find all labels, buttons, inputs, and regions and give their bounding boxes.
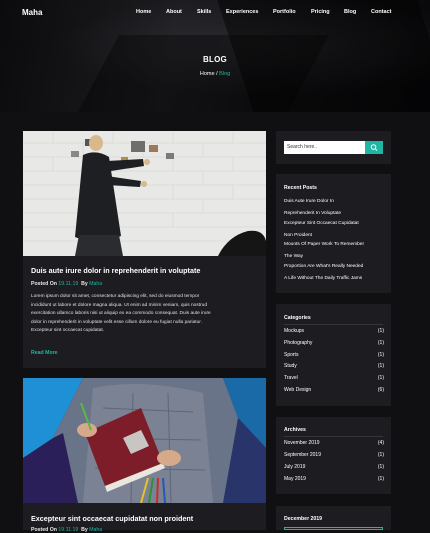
- blog-post-card: Duis aute irure dolor in reprehenderit i…: [23, 131, 266, 368]
- archive-item[interactable]: November 2019 (4): [284, 440, 384, 448]
- post-title[interactable]: Duis aute irure dolor in reprehenderit i…: [31, 266, 200, 275]
- category-item[interactable]: Sports (1): [284, 352, 384, 360]
- recent-post-link[interactable]: Duis Aute Irure Dolor In Reprehenderit I…: [284, 196, 386, 219]
- post-title[interactable]: Excepteur sint occaecat cupidatat non pr…: [31, 514, 193, 523]
- post-date: 19.11.19: [58, 527, 79, 533]
- category-item[interactable]: Mockups (1): [284, 328, 384, 336]
- nav-portfolio[interactable]: Portfolio: [273, 9, 296, 15]
- category-item[interactable]: Study (1): [284, 363, 384, 371]
- category-item[interactable]: Web Design (6): [284, 387, 384, 395]
- recent-posts-widget: Recent Posts Duis Aute Irure Dolor In Re…: [276, 174, 391, 293]
- post-image-notebook[interactable]: [23, 378, 266, 503]
- recent-post-link[interactable]: Mounts Of Paper Work To Remember The Way: [284, 239, 386, 262]
- breadcrumb: Home / Blog: [0, 71, 430, 77]
- nav-pricing[interactable]: Pricing: [311, 9, 330, 15]
- posted-on-label: Posted On: [31, 281, 57, 287]
- blog-post-card: Excepteur sint occaecat cupidatat non pr…: [23, 378, 266, 533]
- archive-item[interactable]: July 2019 (1): [284, 464, 384, 472]
- excerpt-line: Lorem ipsum dolor sit amet, consectetur …: [31, 294, 200, 299]
- recent-post-link[interactable]: Excepteur Sint Occaecat Cupidatat Non Pr…: [284, 218, 386, 241]
- post-thumbnail: [23, 378, 266, 503]
- search-icon: [370, 144, 378, 151]
- main-nav: Home About Skills Experiences Portfolio …: [0, 9, 430, 19]
- post-author[interactable]: Maha: [89, 527, 102, 533]
- archive-item[interactable]: September 2019 (1): [284, 452, 384, 460]
- excerpt-line: dolor in reprehenderit in voluptate veli…: [31, 319, 202, 325]
- nav-experiences[interactable]: Experiences: [226, 9, 258, 15]
- post-date: 19.11.19: [58, 281, 79, 287]
- nav-contact[interactable]: Contact: [371, 9, 391, 15]
- category-item[interactable]: Photography (1): [284, 340, 384, 348]
- archives-widget: Archives November 2019 (4) September 2019…: [276, 417, 391, 494]
- post-author[interactable]: Maha: [89, 281, 102, 287]
- category-item[interactable]: Travel (1): [284, 375, 384, 383]
- recent-post-link[interactable]: Proportion Are What's Really Needed A Li…: [284, 261, 386, 284]
- breadcrumb-separator: /: [216, 71, 218, 77]
- post-meta: Posted On 19.11.19 By Maha: [31, 281, 102, 287]
- calendar-month-title: December 2019: [284, 516, 323, 522]
- page-title: BLOG: [203, 55, 227, 64]
- divider: [284, 324, 383, 325]
- excerpt-line: incididunt ut labore et dolore magna ali…: [31, 302, 207, 308]
- post-image-man-at-wall[interactable]: [23, 131, 266, 256]
- calendar-widget: December 2019: [276, 506, 391, 530]
- search-input[interactable]: Search here..: [284, 141, 365, 154]
- categories-widget: Categories Mockups (1) Photography (1) Spo…: [276, 304, 391, 406]
- breadcrumb-home[interactable]: Home: [200, 71, 215, 77]
- excerpt-line: Excepteur sint occaecat cupidatat.: [31, 328, 105, 334]
- excerpt-line: exercitation ullamco laboris nisi ut ali…: [31, 311, 211, 317]
- nav-blog[interactable]: Blog: [344, 9, 356, 15]
- post-meta: Posted On 19.11.19 By Maha: [31, 527, 102, 533]
- nav-skills[interactable]: Skills: [197, 9, 211, 15]
- by-label: By: [81, 281, 88, 287]
- search-button[interactable]: [365, 141, 383, 154]
- widget-title: Recent Posts: [284, 185, 317, 191]
- archive-item[interactable]: May 2019 (1): [284, 476, 384, 484]
- post-excerpt: Lorem ipsum dolor sit amet, consectetur …: [31, 293, 259, 336]
- nav-home[interactable]: Home: [136, 9, 151, 15]
- divider: [284, 436, 383, 437]
- widget-title: Categories: [284, 315, 311, 321]
- widget-title: Archives: [284, 427, 306, 433]
- post-thumbnail: [23, 131, 266, 256]
- posted-on-label: Posted On: [31, 527, 57, 533]
- search-widget: Search here..: [276, 131, 391, 164]
- read-more-link[interactable]: Read More: [31, 350, 58, 356]
- by-label: By: [81, 527, 88, 533]
- breadcrumb-current: Blog: [219, 71, 231, 77]
- nav-about[interactable]: About: [166, 9, 182, 15]
